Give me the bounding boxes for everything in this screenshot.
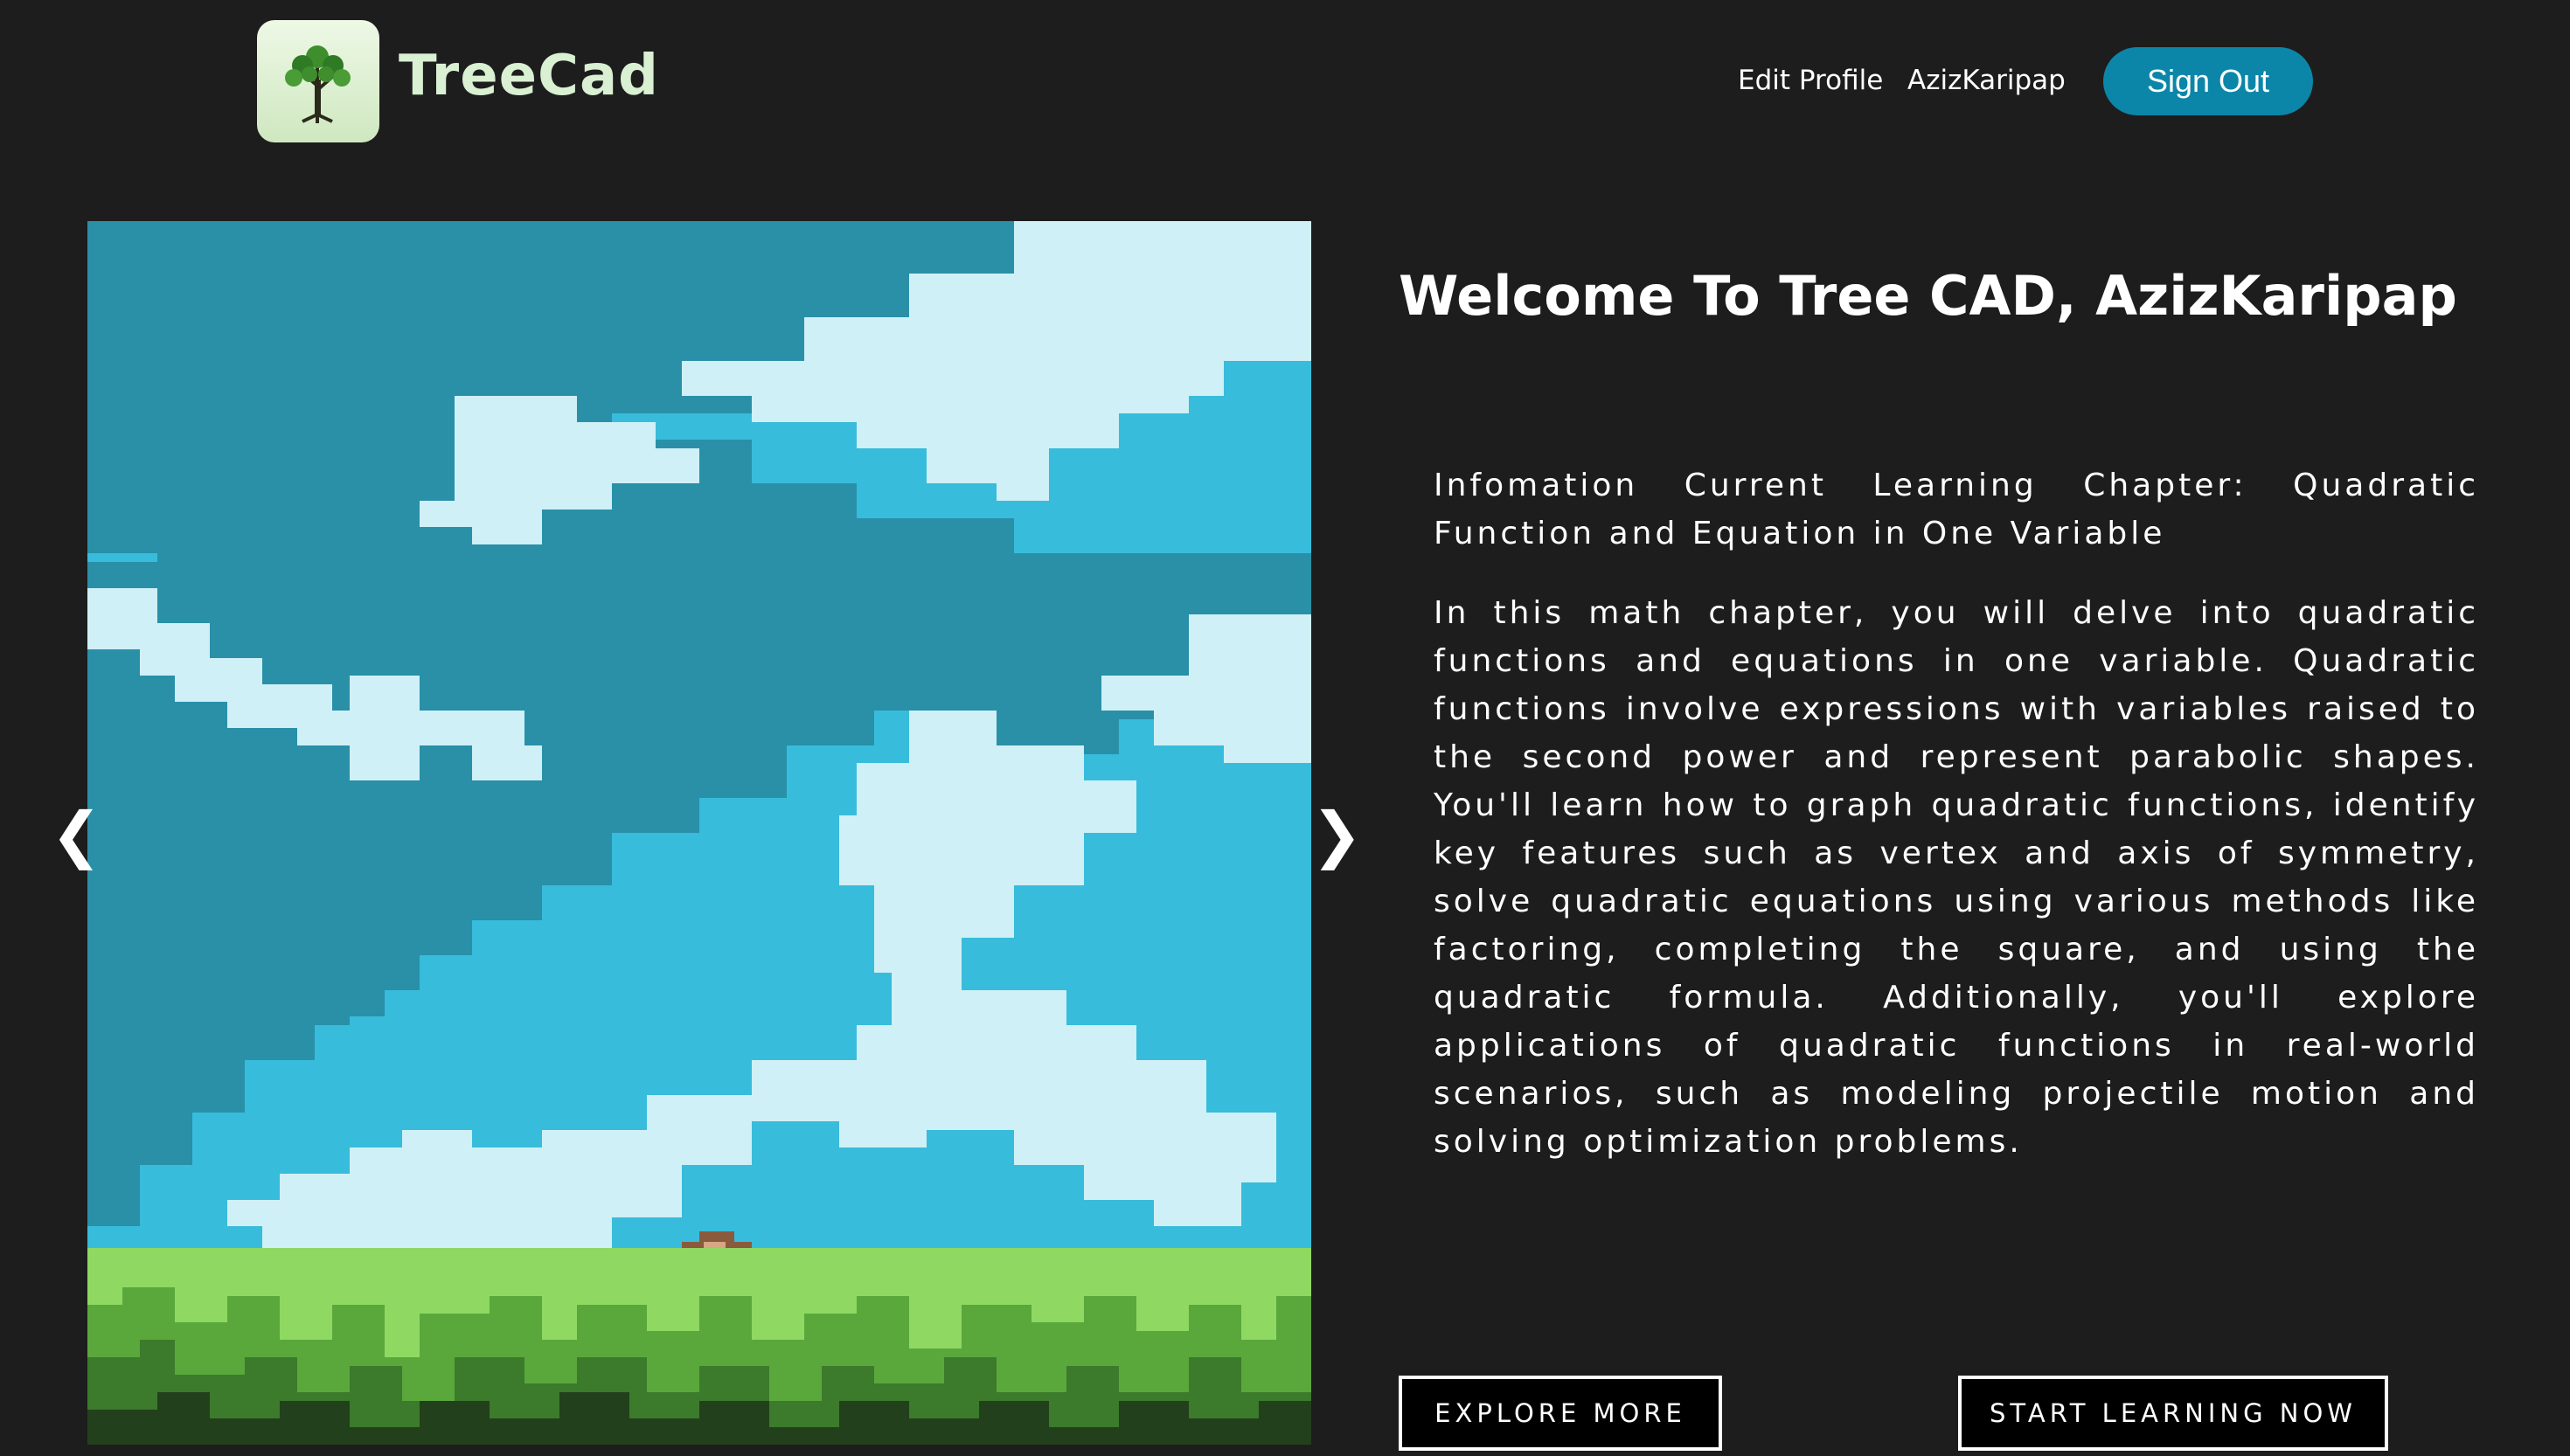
sign-out-button[interactable]: Sign Out bbox=[2103, 47, 2313, 115]
logo[interactable] bbox=[257, 20, 379, 142]
carousel-next-arrow[interactable]: ❯ bbox=[1311, 804, 1363, 865]
carousel-image bbox=[87, 221, 1311, 1445]
start-learning-button[interactable]: START LEARNING NOW bbox=[1958, 1376, 2388, 1451]
chapter-description: In this math chapter, you will delve int… bbox=[1434, 595, 2479, 1160]
brand-name[interactable]: TreeCad bbox=[399, 44, 659, 108]
chapter-info-text: Infomation Current Learning Chapter: Qua… bbox=[1434, 468, 2479, 551]
tree-icon bbox=[285, 45, 351, 123]
edit-profile-link[interactable]: Edit Profile bbox=[1738, 65, 1883, 96]
username-link[interactable]: AzizKaripap bbox=[1907, 65, 2066, 96]
welcome-heading: Welcome To Tree CAD, AzizKaripap bbox=[1399, 264, 2457, 328]
carousel-prev-arrow[interactable]: ❮ bbox=[51, 804, 102, 865]
explore-more-button[interactable]: EXPLORE MORE bbox=[1399, 1376, 1722, 1451]
